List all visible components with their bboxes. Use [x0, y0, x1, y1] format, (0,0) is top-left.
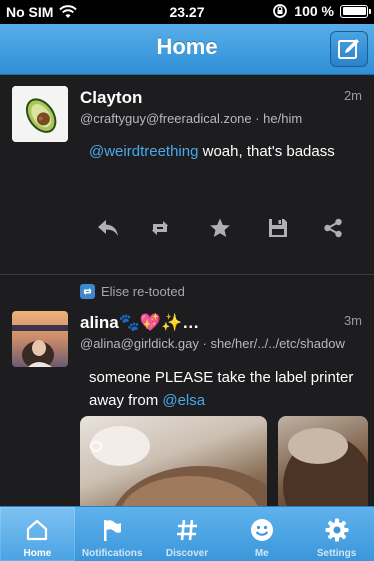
tab-label: Notifications — [81, 548, 143, 559]
tab-label: Settings — [316, 548, 357, 559]
battery-icon — [340, 4, 371, 18]
status-actions — [90, 215, 352, 241]
avatar[interactable] — [12, 86, 68, 142]
status-card[interactable]: Elise re-tooted alina🐾💖✨… @alina@girldic… — [0, 276, 374, 506]
media-attachment[interactable] — [278, 416, 368, 506]
tab-me[interactable]: Me — [224, 507, 299, 561]
photo-image — [283, 428, 368, 506]
timeline-feed[interactable]: Clayton @craftyguy@freeradical.zone · he… — [0, 75, 374, 506]
post-time: 2m — [343, 88, 362, 103]
share-button[interactable] — [320, 215, 346, 241]
account-handle: @craftyguy@freeradical.zone · he/him — [80, 111, 303, 126]
compose-icon — [338, 39, 359, 59]
hashtag-icon — [175, 516, 199, 544]
status-text: someone PLEASE take the label printer aw… — [89, 369, 354, 409]
rotation-lock-icon — [273, 4, 288, 18]
tab-discover[interactable]: Discover — [150, 507, 225, 561]
tab-label: Discover — [165, 548, 209, 559]
status-content: @weirdtreething woah, that's badass — [89, 140, 359, 163]
boost-icon — [80, 284, 95, 299]
avatar[interactable] — [12, 311, 68, 367]
flag-icon — [100, 516, 124, 544]
tab-home[interactable]: Home — [0, 507, 75, 561]
status-right: 100 % — [272, 3, 371, 19]
mention-link[interactable]: @elsa — [162, 392, 205, 409]
boosted-by-label[interactable]: Elise re-tooted — [101, 284, 185, 299]
tab-notifications[interactable]: Notifications — [75, 507, 150, 561]
tab-label: Me — [254, 548, 269, 559]
media-attachment[interactable] — [80, 416, 267, 506]
profile-photo-image — [12, 311, 68, 367]
share-icon — [324, 218, 342, 238]
status-text: woah, that's badass — [198, 143, 335, 160]
tab-label: Home — [23, 548, 52, 559]
save-icon — [269, 219, 287, 237]
battery-level — [342, 7, 366, 15]
reply-icon — [98, 220, 118, 236]
tab-settings[interactable]: Settings — [299, 507, 374, 561]
boost-icon — [152, 221, 168, 235]
navigation-bar: Home — [0, 24, 374, 75]
display-name[interactable]: Clayton — [80, 88, 142, 108]
photo-image — [89, 426, 267, 506]
status-content: someone PLEASE take the label printer aw… — [89, 366, 365, 412]
reply-button[interactable] — [95, 215, 121, 241]
favourite-icon — [210, 218, 230, 237]
tab-bar: Home Notifications Discover Me Settings — [0, 506, 374, 561]
post-time: 3m — [343, 313, 362, 328]
page-title: Home — [156, 34, 218, 59]
display-name[interactable]: alina🐾💖✨… — [80, 313, 199, 333]
boost-indicator: Elise re-tooted — [80, 284, 185, 299]
battery-percent: 100 % — [294, 3, 334, 19]
boost-button[interactable] — [147, 215, 173, 241]
home-icon — [25, 516, 49, 544]
bookmark-button[interactable] — [265, 215, 291, 241]
smiley-icon — [250, 516, 274, 544]
status-card[interactable]: Clayton @craftyguy@freeradical.zone · he… — [0, 75, 374, 275]
status-bar: No SIM 23.27 100 % — [0, 0, 374, 24]
compose-button[interactable] — [330, 31, 368, 67]
avocado-avatar-image — [12, 86, 68, 142]
mention-link[interactable]: @weirdtreething — [89, 143, 198, 160]
account-handle: @alina@girldick.gay · she/her/../../etc/… — [80, 336, 345, 351]
favourite-button[interactable] — [207, 215, 233, 241]
gear-icon — [325, 516, 349, 544]
